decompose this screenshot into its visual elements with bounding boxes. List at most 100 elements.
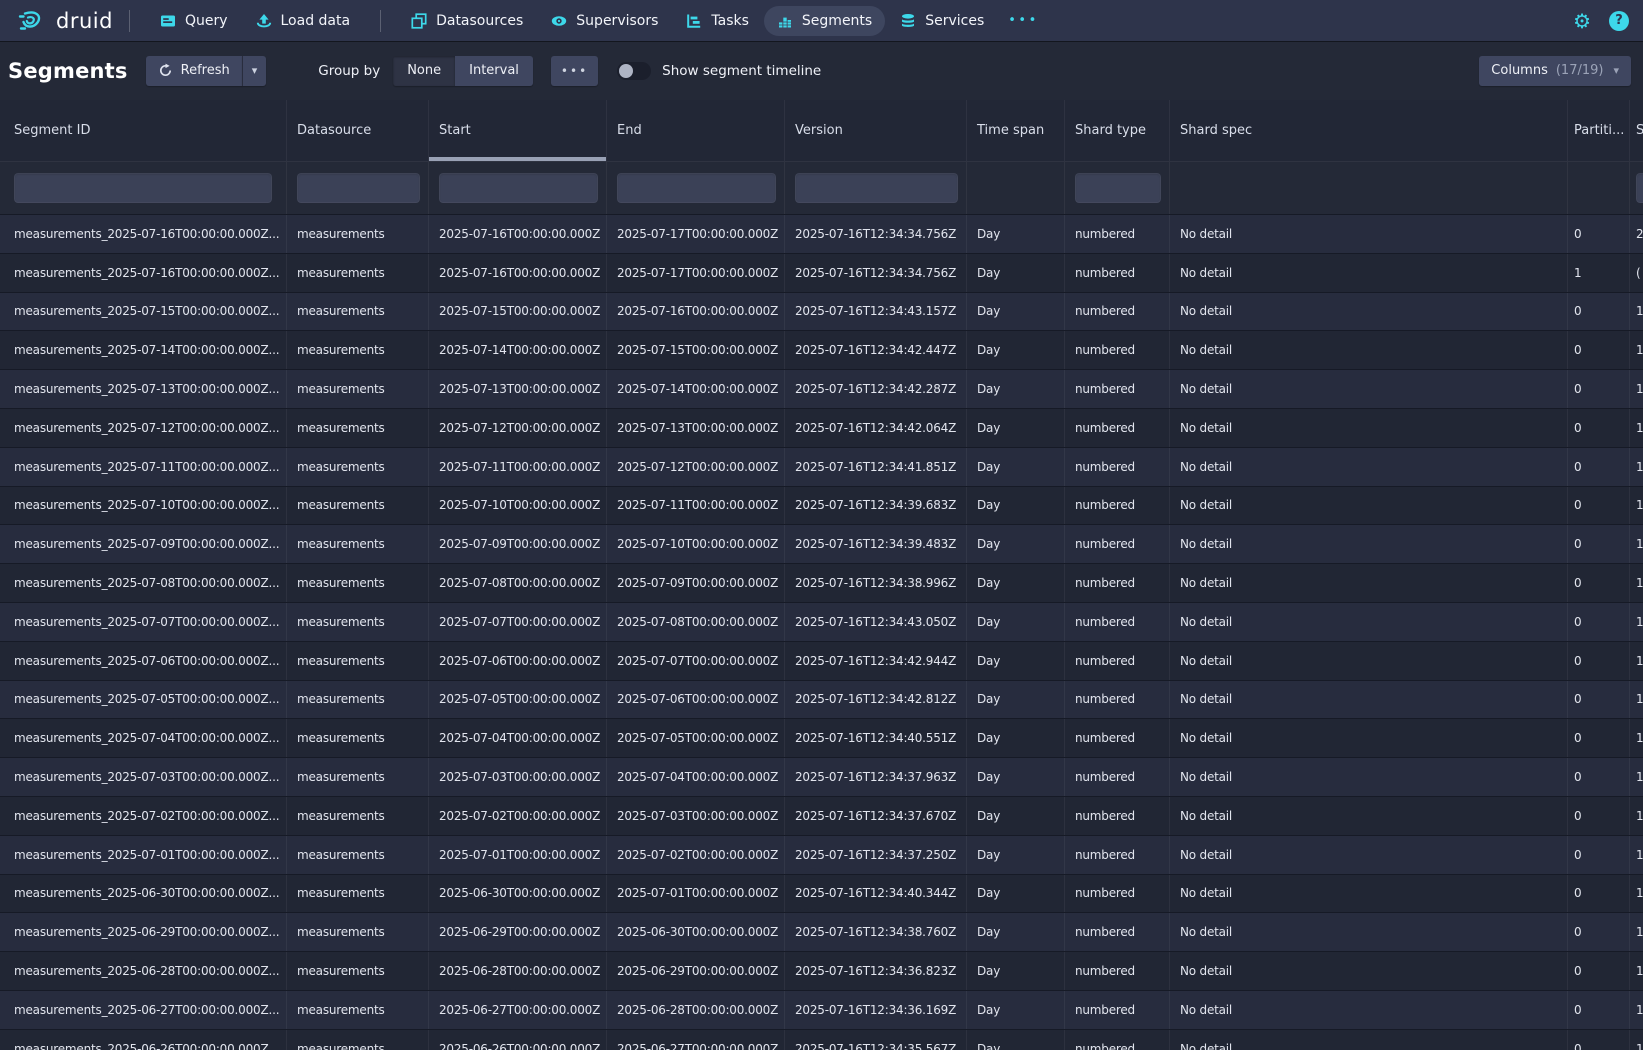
cell-start[interactable]: 2025-07-01T00:00:00.000Z (429, 836, 607, 874)
table-row[interactable]: measurements_2025-07-11T00:00:00.000Z...… (0, 448, 1643, 487)
table-row[interactable]: measurements_2025-07-05T00:00:00.000Z...… (0, 681, 1643, 720)
cell-datasource[interactable]: measurements (287, 719, 429, 757)
nav-item-datasources[interactable]: Datasources (398, 6, 536, 36)
cell-size[interactable]: 1 (1630, 681, 1643, 719)
cell-segment-id[interactable]: measurements_2025-07-07T00:00:00.000Z... (0, 603, 287, 641)
settings-gear-icon[interactable]: ⚙ (1573, 11, 1591, 31)
table-row[interactable]: measurements_2025-06-28T00:00:00.000Z...… (0, 952, 1643, 991)
cell-shard-type[interactable]: numbered (1065, 1030, 1170, 1050)
table-row[interactable]: measurements_2025-07-12T00:00:00.000Z...… (0, 409, 1643, 448)
cell-start[interactable]: 2025-07-05T00:00:00.000Z (429, 681, 607, 719)
cell-partition[interactable]: 0 (1568, 603, 1630, 641)
cell-size[interactable]: 1 (1630, 797, 1643, 835)
cell-size[interactable]: 1 (1630, 409, 1643, 447)
cell-time-span[interactable]: Day (967, 1030, 1065, 1050)
cell-partition[interactable]: 0 (1568, 409, 1630, 447)
cell-segment-id[interactable]: measurements_2025-07-02T00:00:00.000Z... (0, 797, 287, 835)
cell-shard-type[interactable]: numbered (1065, 758, 1170, 796)
cell-shard-type[interactable]: numbered (1065, 254, 1170, 292)
cell-time-span[interactable]: Day (967, 913, 1065, 951)
cell-datasource[interactable]: measurements (287, 952, 429, 990)
table-row[interactable]: measurements_2025-06-30T00:00:00.000Z...… (0, 875, 1643, 914)
cell-segment-id[interactable]: measurements_2025-07-03T00:00:00.000Z... (0, 758, 287, 796)
cell-segment-id[interactable]: measurements_2025-07-14T00:00:00.000Z... (0, 331, 287, 369)
cell-version[interactable]: 2025-07-16T12:34:40.551Z (785, 719, 967, 757)
cell-datasource[interactable]: measurements (287, 836, 429, 874)
filter-input-end[interactable] (617, 173, 776, 203)
cell-time-span[interactable]: Day (967, 603, 1065, 641)
cell-partition[interactable]: 0 (1568, 875, 1630, 913)
cell-version[interactable]: 2025-07-16T12:34:37.963Z (785, 758, 967, 796)
cell-segment-id[interactable]: measurements_2025-07-05T00:00:00.000Z... (0, 681, 287, 719)
nav-item-load-data[interactable]: Load data (243, 6, 364, 36)
cell-shard-type[interactable]: numbered (1065, 913, 1170, 951)
cell-size[interactable]: 1 (1630, 603, 1643, 641)
cell-version[interactable]: 2025-07-16T12:34:38.996Z (785, 564, 967, 602)
cell-datasource[interactable]: measurements (287, 1030, 429, 1050)
cell-segment-id[interactable]: measurements_2025-07-16T00:00:00.000Z... (0, 215, 287, 253)
cell-datasource[interactable]: measurements (287, 913, 429, 951)
cell-size[interactable]: 1 (1630, 913, 1643, 951)
cell-version[interactable]: 2025-07-16T12:34:43.157Z (785, 293, 967, 331)
cell-time-span[interactable]: Day (967, 448, 1065, 486)
table-row[interactable]: measurements_2025-07-15T00:00:00.000Z...… (0, 293, 1643, 332)
cell-shard-spec[interactable]: No detail (1170, 719, 1568, 757)
cell-time-span[interactable]: Day (967, 293, 1065, 331)
cell-shard-spec[interactable]: No detail (1170, 448, 1568, 486)
cell-shard-spec[interactable]: No detail (1170, 603, 1568, 641)
cell-datasource[interactable]: measurements (287, 603, 429, 641)
cell-start[interactable]: 2025-07-03T00:00:00.000Z (429, 758, 607, 796)
cell-segment-id[interactable]: measurements_2025-06-30T00:00:00.000Z... (0, 875, 287, 913)
cell-shard-type[interactable]: numbered (1065, 564, 1170, 602)
cell-partition[interactable]: 0 (1568, 1030, 1630, 1050)
cell-shard-type[interactable]: numbered (1065, 448, 1170, 486)
cell-segment-id[interactable]: measurements_2025-07-12T00:00:00.000Z... (0, 409, 287, 447)
cell-end[interactable]: 2025-07-04T00:00:00.000Z (607, 758, 785, 796)
cell-segment-id[interactable]: measurements_2025-06-26T00:00:00.000Z... (0, 1030, 287, 1050)
table-row[interactable]: measurements_2025-07-10T00:00:00.000Z...… (0, 487, 1643, 526)
cell-version[interactable]: 2025-07-16T12:34:36.823Z (785, 952, 967, 990)
druid-logo[interactable]: druid (16, 6, 113, 36)
cell-version[interactable]: 2025-07-16T12:34:42.944Z (785, 642, 967, 680)
cell-end[interactable]: 2025-07-05T00:00:00.000Z (607, 719, 785, 757)
cell-version[interactable]: 2025-07-16T12:34:39.483Z (785, 525, 967, 563)
cell-partition[interactable]: 0 (1568, 681, 1630, 719)
table-row[interactable]: measurements_2025-07-09T00:00:00.000Z...… (0, 525, 1643, 564)
cell-shard-spec[interactable]: No detail (1170, 215, 1568, 253)
nav-item-tasks[interactable]: Tasks (673, 6, 762, 36)
cell-version[interactable]: 2025-07-16T12:34:43.050Z (785, 603, 967, 641)
help-icon[interactable]: ? (1609, 11, 1629, 31)
cell-start[interactable]: 2025-07-16T00:00:00.000Z (429, 254, 607, 292)
cell-partition[interactable]: 0 (1568, 215, 1630, 253)
filter-input-size[interactable] (1636, 173, 1643, 203)
cell-size[interactable]: 1 (1630, 758, 1643, 796)
cell-start[interactable]: 2025-07-09T00:00:00.000Z (429, 525, 607, 563)
cell-version[interactable]: 2025-07-16T12:34:42.064Z (785, 409, 967, 447)
cell-time-span[interactable]: Day (967, 370, 1065, 408)
cell-segment-id[interactable]: measurements_2025-07-04T00:00:00.000Z... (0, 719, 287, 757)
cell-shard-spec[interactable]: No detail (1170, 331, 1568, 369)
cell-partition[interactable]: 0 (1568, 293, 1630, 331)
cell-time-span[interactable]: Day (967, 215, 1065, 253)
cell-version[interactable]: 2025-07-16T12:34:34.756Z (785, 254, 967, 292)
cell-time-span[interactable]: Day (967, 875, 1065, 913)
more-actions-button[interactable]: ••• (551, 56, 598, 86)
cell-end[interactable]: 2025-06-29T00:00:00.000Z (607, 952, 785, 990)
cell-segment-id[interactable]: measurements_2025-07-11T00:00:00.000Z... (0, 448, 287, 486)
cell-size[interactable]: 1 (1630, 1030, 1643, 1050)
cell-shard-spec[interactable]: No detail (1170, 836, 1568, 874)
cell-segment-id[interactable]: measurements_2025-06-27T00:00:00.000Z... (0, 991, 287, 1029)
cell-shard-spec[interactable]: No detail (1170, 525, 1568, 563)
cell-start[interactable]: 2025-06-28T00:00:00.000Z (429, 952, 607, 990)
cell-shard-spec[interactable]: No detail (1170, 254, 1568, 292)
cell-size[interactable]: 1 (1630, 952, 1643, 990)
cell-datasource[interactable]: measurements (287, 215, 429, 253)
cell-size[interactable]: 1 (1630, 642, 1643, 680)
refresh-options-caret[interactable]: ▾ (242, 56, 267, 86)
cell-partition[interactable]: 0 (1568, 331, 1630, 369)
column-header-segment-id[interactable]: Segment ID (0, 100, 287, 161)
cell-partition[interactable]: 0 (1568, 991, 1630, 1029)
cell-time-span[interactable]: Day (967, 331, 1065, 369)
cell-shard-spec[interactable]: No detail (1170, 1030, 1568, 1050)
cell-start[interactable]: 2025-07-08T00:00:00.000Z (429, 564, 607, 602)
